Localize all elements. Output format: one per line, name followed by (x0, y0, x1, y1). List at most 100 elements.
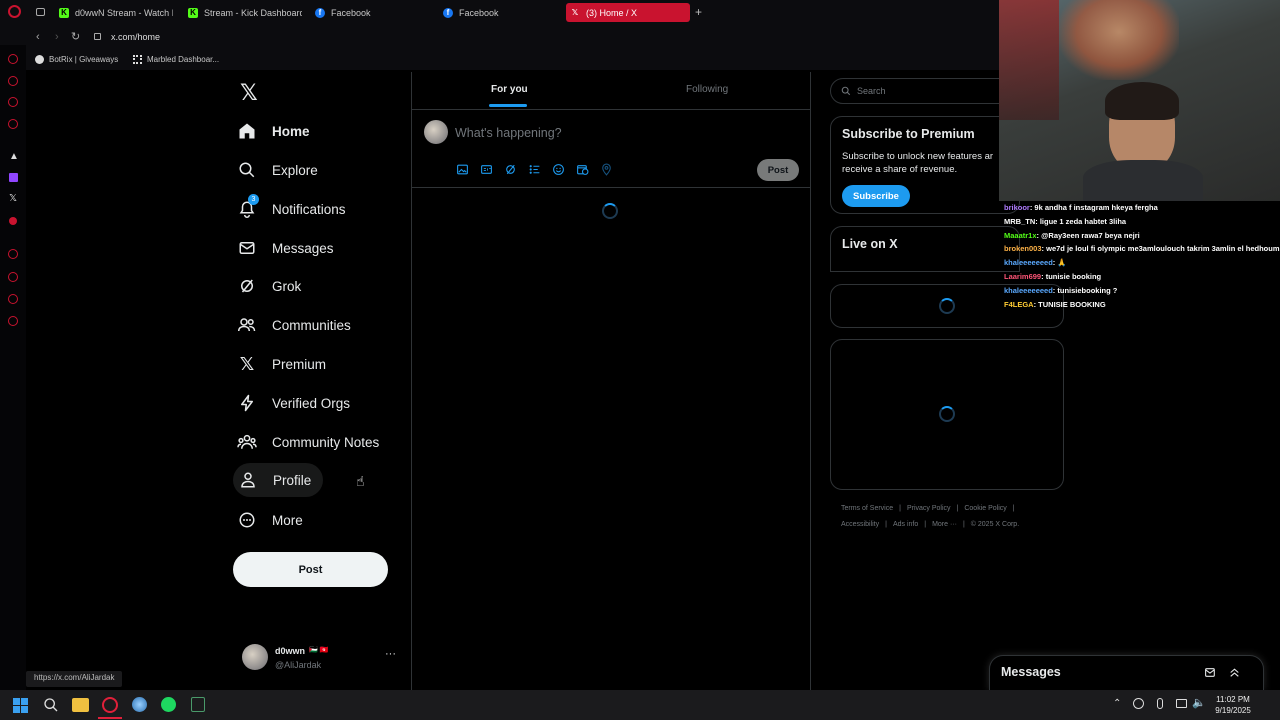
nav-messages[interactable]: Messages (236, 231, 334, 265)
composer-input[interactable]: What's happening? (455, 126, 562, 140)
twitch-icon[interactable] (9, 173, 18, 182)
tray-chevron-icon[interactable]: ⌃ (1113, 698, 1121, 709)
workspaces-icon[interactable] (8, 5, 21, 18)
nav-explore[interactable]: Explore (236, 153, 318, 187)
footer-links-row1: Terms of Service | Privacy Policy | Cookie… (841, 505, 1015, 512)
premium-card: Subscribe to Premium Subscribe to unlock… (830, 116, 1020, 214)
composer-post-button[interactable]: Post (757, 159, 799, 181)
file-explorer-icon[interactable] (72, 698, 89, 712)
nav-communities[interactable]: Communities (236, 308, 351, 342)
search-box[interactable]: Search (830, 78, 1020, 104)
image-icon[interactable] (456, 163, 469, 176)
search-input[interactable]: Search (857, 86, 886, 96)
settings-icon[interactable] (8, 316, 18, 326)
sidebar-app-icon[interactable] (8, 54, 18, 64)
grok-icon[interactable] (504, 163, 517, 176)
emoji-icon[interactable] (552, 163, 565, 176)
more-icon[interactable]: ··· (385, 648, 396, 660)
bookmark-marbled[interactable]: Marbled Dashboar... (133, 55, 219, 64)
sidebar-app-icon[interactable] (8, 249, 18, 259)
browser-sidebar: ▲ 𝕏 (0, 45, 26, 690)
search-icon (841, 86, 851, 96)
grid-icon (133, 55, 142, 64)
browser-tab-2[interactable]: f Facebook (311, 3, 429, 22)
network-icon[interactable] (1176, 699, 1187, 708)
windows-taskbar: ⌃ 🔈 11:02 PM 9/19/2025 (0, 690, 1280, 720)
loading-spinner (939, 406, 955, 422)
forward-icon[interactable]: › (55, 31, 59, 43)
envelope-icon (236, 237, 258, 259)
bookmark-botrix[interactable]: BotRix | Giveaways (35, 55, 118, 64)
live-on-x-card: Live on X (830, 226, 1020, 272)
reload-icon[interactable]: ↻ (71, 30, 80, 43)
search-icon[interactable] (43, 697, 59, 713)
clock[interactable]: 11:02 PM 9/19/2025 (1212, 694, 1254, 716)
browser-tab-0[interactable]: K d0wwN Stream - Watch L (55, 3, 173, 22)
footer-link[interactable]: More ··· (932, 521, 957, 528)
botrix-icon (35, 55, 44, 64)
footer-link[interactable]: Terms of Service (841, 505, 893, 512)
spotify-icon[interactable] (161, 697, 176, 712)
tab-following[interactable]: Following (686, 84, 728, 95)
sidebar-app-icon[interactable] (8, 119, 18, 129)
footer-link[interactable]: Cookie Policy (964, 505, 1006, 512)
new-message-icon[interactable] (1204, 666, 1217, 679)
new-tab-button[interactable]: + (695, 5, 702, 19)
premium-body: Subscribe to unlock new features ar rece… (842, 151, 994, 175)
avatar (242, 644, 268, 670)
nav-verified-orgs[interactable]: Verified Orgs (236, 386, 350, 420)
music-icon[interactable] (9, 217, 17, 225)
footer-link[interactable]: Ads info (893, 521, 918, 528)
subscribe-button[interactable]: Subscribe (842, 185, 910, 207)
windows-start-icon[interactable] (13, 698, 28, 713)
person-icon (237, 469, 259, 491)
browser-tab-active[interactable]: 𝕏 (3) Home / X (566, 3, 690, 22)
app-icon[interactable] (132, 697, 147, 712)
tab-for-you[interactable]: For you (491, 84, 528, 95)
x-logo[interactable]: 𝕏 (240, 80, 258, 106)
location-icon[interactable] (600, 163, 613, 176)
x-icon[interactable]: 𝕏 (9, 193, 17, 204)
poll-icon[interactable] (528, 163, 541, 176)
back-icon[interactable]: ‹ (36, 31, 40, 43)
chat-message: broken003: we7d je loul fi olympic me3am… (1004, 244, 1280, 254)
composer: What's happening? Post (412, 110, 810, 188)
footer-link[interactable]: Accessibility (841, 521, 879, 528)
history-icon[interactable] (8, 272, 18, 282)
sidebar-app-icon[interactable] (8, 76, 18, 86)
facebook-icon: f (443, 7, 453, 18)
clock-time: 11:02 PM (1216, 695, 1250, 704)
footer-link[interactable]: Privacy Policy (907, 505, 951, 512)
chevron-up-icon[interactable] (1228, 666, 1241, 679)
tray-sync-icon[interactable] (1133, 698, 1144, 709)
who-to-follow-card-loading (830, 339, 1064, 490)
stream-chat-overlay: brikoor: 9k andha f instagram hkeya ferg… (1004, 201, 1280, 311)
sidebar-app-icon[interactable] (8, 294, 18, 304)
nav-more[interactable]: More (236, 503, 303, 537)
account-name: d0wwn (275, 646, 306, 656)
gif-icon[interactable] (480, 163, 493, 176)
microphone-icon[interactable] (1157, 698, 1163, 709)
browser-tab-1[interactable]: K Stream - Kick Dashboard (184, 3, 302, 22)
excel-icon[interactable] (191, 697, 205, 712)
account-switcher[interactable]: d0wwn 🇵🇸 🇹🇳 @AliJardak ··· (242, 644, 398, 674)
browser-tab-3[interactable]: f Facebook (439, 3, 557, 22)
nav-notifications[interactable]: 3 Notifications (236, 192, 346, 226)
nav-home[interactable]: Home (236, 114, 310, 148)
opera-gx-icon[interactable] (102, 697, 118, 713)
nav-premium[interactable]: 𝕏 Premium (236, 347, 326, 381)
sidebar-app-icon[interactable] (8, 97, 18, 107)
aria-icon[interactable]: ▲ (9, 151, 19, 162)
nav-community-notes[interactable]: Community Notes (236, 425, 379, 459)
address-bar-row: ‹ › ↻ x.com/home (0, 25, 1000, 51)
x-icon: 𝕏 (571, 8, 579, 17)
live-title: Live on X (842, 237, 898, 251)
post-button[interactable]: Post (233, 552, 388, 587)
nav-grok[interactable]: Grok (236, 269, 301, 303)
volume-icon[interactable]: 🔈 (1192, 696, 1206, 709)
nav-profile[interactable]: Profile (233, 463, 324, 497)
schedule-icon[interactable] (576, 163, 589, 176)
url-field[interactable]: x.com/home (111, 32, 160, 42)
tab-island-icon[interactable] (36, 8, 45, 16)
messages-drawer[interactable]: Messages (989, 655, 1264, 690)
